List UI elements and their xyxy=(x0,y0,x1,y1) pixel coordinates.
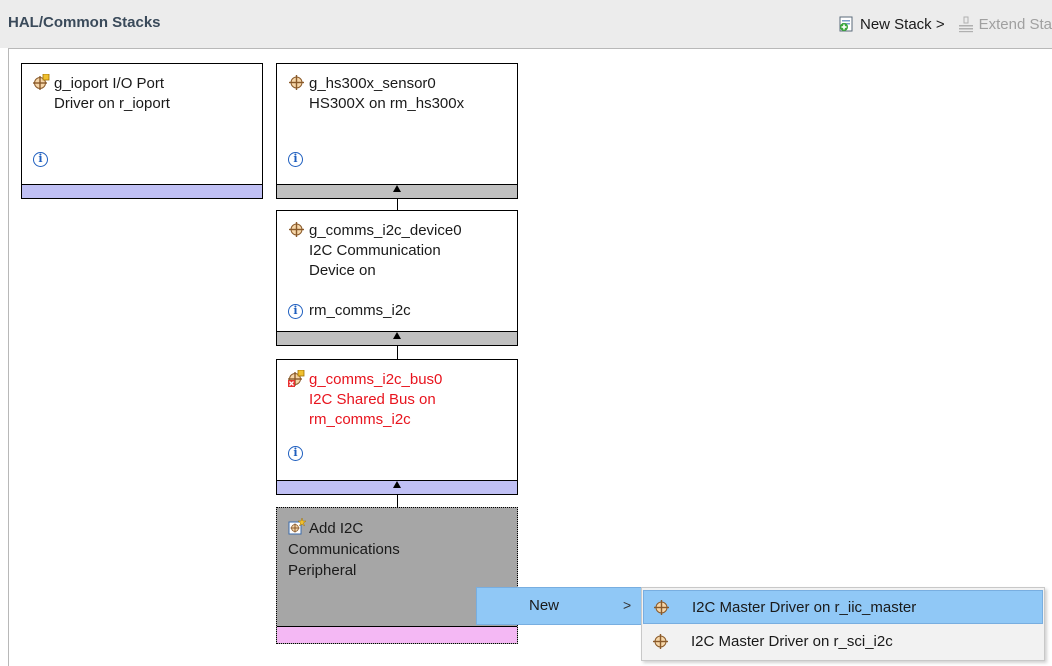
context-menu-new[interactable]: New > xyxy=(476,587,642,625)
new-stack-button[interactable]: New Stack > xyxy=(838,15,945,33)
new-stack-label: New Stack > xyxy=(859,15,945,33)
add-block-label: Add I2C xyxy=(309,520,364,537)
module-block-i2c-device[interactable]: g_comms_i2c_device0 I2C Communication De… xyxy=(276,210,518,346)
module-name: g_ioport I/O Port xyxy=(54,75,165,92)
extend-stack-icon xyxy=(958,16,973,33)
module-title: g_hs300x_sensor0 HS300X on rm_hs300x xyxy=(288,74,464,114)
connector-arrow xyxy=(393,481,401,488)
module-crosshair-icon xyxy=(654,600,669,615)
module-block-hs300x[interactable]: g_hs300x_sensor0 HS300X on rm_hs300x i xyxy=(276,63,518,199)
add-block-label: Peripheral xyxy=(288,562,357,579)
menu-item-r-sci-i2c[interactable]: I2C Master Driver on r_sci_i2c xyxy=(643,625,1043,659)
status-bar xyxy=(277,626,517,643)
module-block-i2c-bus[interactable]: g_comms_i2c_bus0 I2C Shared Bus on rm_co… xyxy=(276,359,518,495)
new-stack-icon xyxy=(839,16,853,32)
module-driver: Driver on r_ioport xyxy=(54,95,170,112)
module-crosshair-icon xyxy=(289,75,304,90)
menu-item-label: I2C Master Driver on r_iic_master xyxy=(692,599,917,616)
page-title: HAL/Common Stacks xyxy=(8,14,161,31)
stacks-header: HAL/Common Stacks New Stack > Extend Sta xyxy=(0,0,1052,48)
module-crosshair-icon xyxy=(289,222,304,237)
info-icon[interactable]: i xyxy=(33,152,48,167)
module-error-icon xyxy=(288,370,305,387)
menu-item-r-iic-master[interactable]: I2C Master Driver on r_iic_master xyxy=(643,590,1043,624)
info-icon[interactable]: i xyxy=(288,152,303,167)
add-block-title: Add I2C Communications Peripheral xyxy=(288,517,400,581)
module-title: g_comms_i2c_device0 I2C Communication De… xyxy=(288,221,462,281)
module-name: g_comms_i2c_device0 xyxy=(309,222,462,239)
context-submenu: I2C Master Driver on r_iic_master I2C Ma… xyxy=(641,587,1045,661)
module-crosshair-icon xyxy=(653,634,668,649)
stacks-toolbar: New Stack > Extend Sta xyxy=(838,12,1052,36)
info-icon[interactable]: i xyxy=(288,446,303,461)
status-bar xyxy=(22,184,262,198)
module-block-ioport[interactable]: g_ioport I/O Port Driver on r_ioport i xyxy=(21,63,263,199)
menu-item-new-label: New xyxy=(529,597,560,614)
module-driver: rm_comms_i2c xyxy=(309,411,411,428)
connector-arrow xyxy=(393,185,401,192)
connector-line xyxy=(397,346,398,359)
chevron-right-icon: > xyxy=(623,597,632,613)
add-module-icon xyxy=(288,517,307,535)
add-block-label: Communications xyxy=(288,541,400,558)
module-driver: HS300X on rm_hs300x xyxy=(309,95,465,112)
module-crosshair-icon xyxy=(33,74,50,90)
module-driver: rm_comms_i2c xyxy=(309,302,411,319)
module-title: g_comms_i2c_bus0 I2C Shared Bus on rm_co… xyxy=(288,370,442,430)
connector-line xyxy=(397,495,398,507)
module-driver: I2C Shared Bus on xyxy=(309,391,436,408)
module-name: g_hs300x_sensor0 xyxy=(309,75,436,92)
module-title: g_ioport I/O Port Driver on r_ioport xyxy=(33,74,170,114)
menu-item-label: I2C Master Driver on r_sci_i2c xyxy=(691,633,893,650)
module-driver: Device on xyxy=(309,262,376,279)
info-icon[interactable]: i xyxy=(288,304,303,319)
extend-stack-label: Extend Sta xyxy=(978,15,1052,33)
connector-arrow xyxy=(393,332,401,339)
module-name: g_comms_i2c_bus0 xyxy=(309,371,443,388)
module-driver: I2C Communication xyxy=(309,242,441,259)
connector-line xyxy=(397,199,398,210)
extend-stack-button[interactable]: Extend Sta xyxy=(957,15,1052,33)
